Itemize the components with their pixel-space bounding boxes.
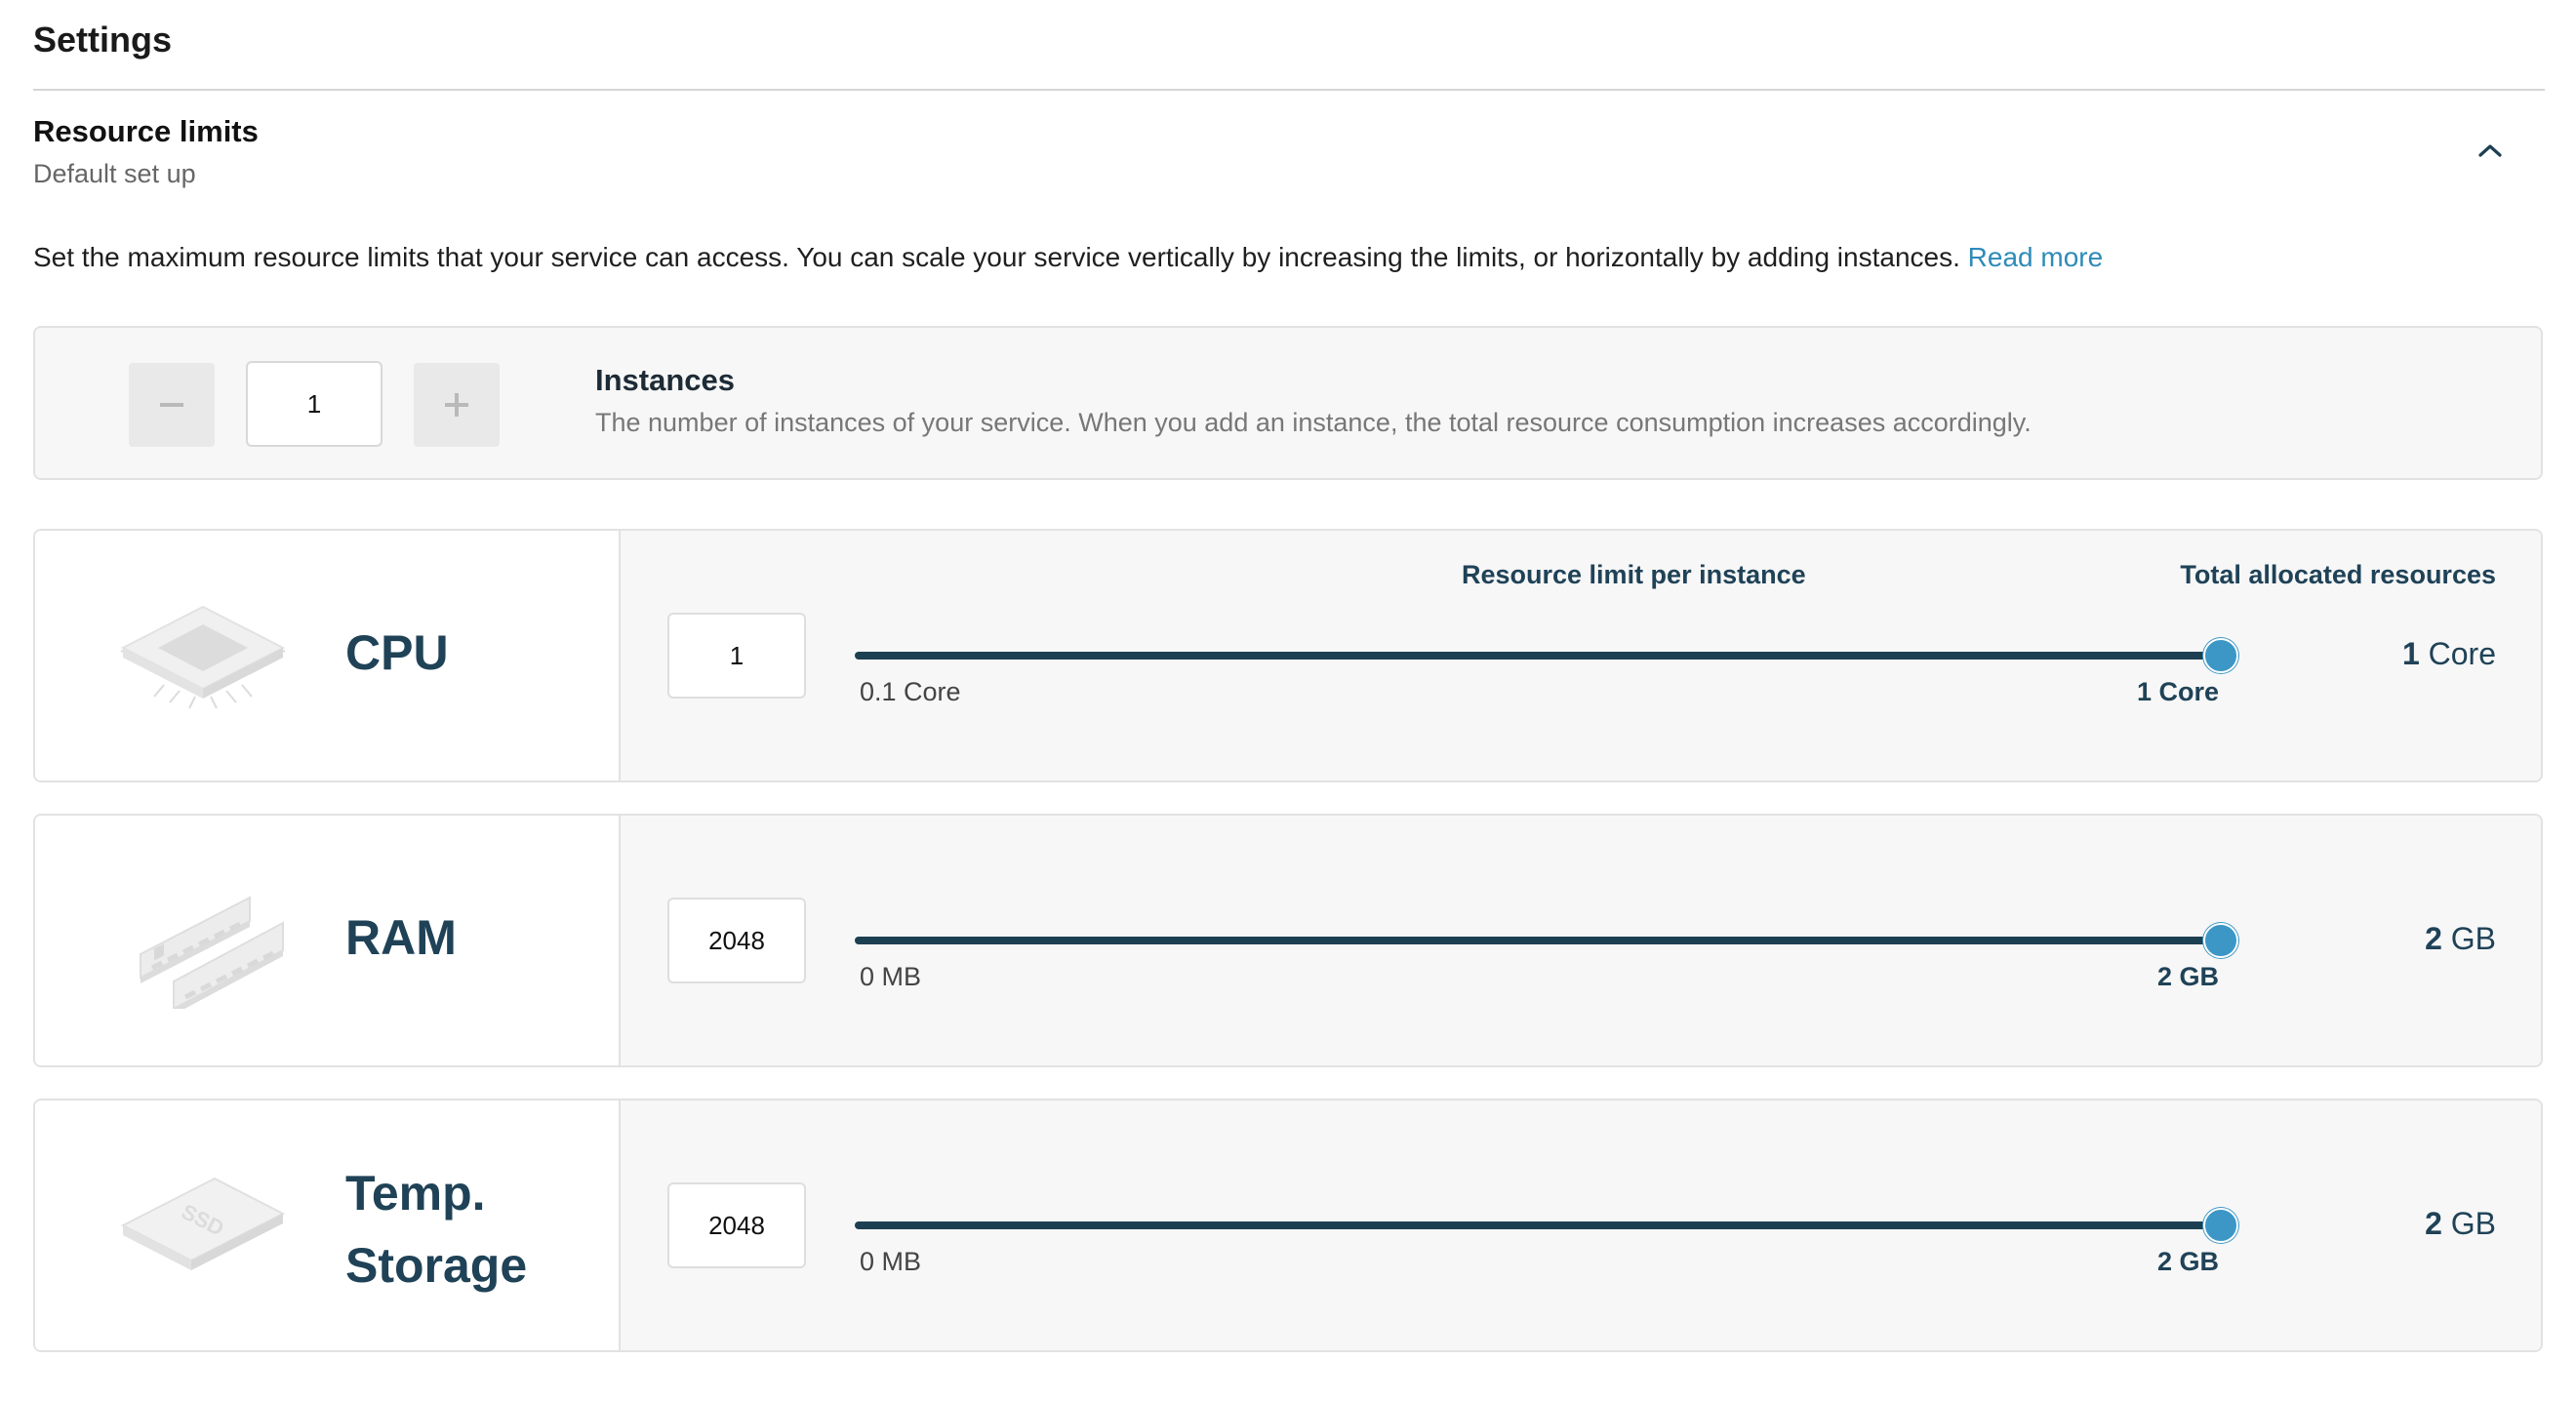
resource-info: RAM <box>35 816 621 1065</box>
slider-max-label: 1 Core <box>2136 677 2219 706</box>
resource-controls: 2048 0 MB 2 GB 2 GB <box>621 816 2541 1065</box>
total-allocated-value: 2 GB <box>2425 921 2496 957</box>
storage-limit-slider[interactable] <box>855 1208 2238 1243</box>
slider-max-label: 2 GB <box>2156 962 2219 991</box>
total-allocated-header: Total allocated resources <box>2180 560 2496 589</box>
total-allocated-value: 2 GB <box>2425 1206 2496 1242</box>
slider-min-label: 0.1 Core <box>860 677 961 706</box>
page-title: Settings <box>33 20 173 60</box>
per-instance-header: Resource limit per instance <box>1462 560 1806 589</box>
slider-handle[interactable] <box>2203 1208 2238 1243</box>
section-description: Set the maximum resource limits that you… <box>33 242 2103 273</box>
instances-label: Instances <box>595 363 736 397</box>
cpu-chip-icon <box>120 605 286 709</box>
slider-handle[interactable] <box>2203 923 2238 958</box>
instances-input[interactable]: 1 <box>246 361 382 447</box>
total-amount: 1 <box>2401 636 2420 671</box>
total-amount: 2 <box>2425 1206 2442 1241</box>
description-text: Set the maximum resource limits that you… <box>33 242 1960 272</box>
resource-info: CPU <box>35 531 621 781</box>
storage-limit-input[interactable]: 2048 <box>667 1182 806 1268</box>
section-title: Resource limits <box>33 114 259 148</box>
resource-name-line2: Storage <box>345 1238 528 1293</box>
settings-page: Settings Resource limits Default set up … <box>0 0 2576 1401</box>
resource-controls: 2048 0 MB 2 GB 2 GB <box>621 1101 2541 1350</box>
instances-description: The number of instances of your service.… <box>595 408 2032 437</box>
ram-module-icon <box>140 896 284 1009</box>
resource-name: RAM <box>345 910 457 965</box>
slider-max-label: 2 GB <box>2156 1247 2219 1276</box>
slider-handle[interactable] <box>2203 638 2238 673</box>
section-subtitle: Default set up <box>33 159 196 188</box>
cpu-limit-input[interactable]: 1 <box>667 613 806 699</box>
storage-resource-card: SSD Temp. Storage 2048 0 MB 2 GB 2 GB <box>33 1099 2543 1352</box>
total-unit: GB <box>2450 921 2496 956</box>
increment-instances-button[interactable] <box>414 363 500 447</box>
decrement-instances-button[interactable] <box>129 363 215 447</box>
slider-min-label: 0 MB <box>860 1247 922 1276</box>
cpu-limit-slider[interactable] <box>855 638 2238 673</box>
total-unit: Core <box>2428 636 2496 671</box>
resource-name: CPU <box>345 625 449 680</box>
minus-icon <box>160 403 183 407</box>
title-divider <box>33 89 2545 91</box>
read-more-link[interactable]: Read more <box>1968 242 2104 272</box>
instances-panel: 1 Instances The number of instances of y… <box>33 326 2543 480</box>
total-amount: 2 <box>2425 921 2442 956</box>
total-unit: GB <box>2450 1206 2496 1241</box>
resource-name-line1: Temp. <box>345 1166 486 1221</box>
resource-controls: Resource limit per instance Total alloca… <box>621 531 2541 781</box>
chevron-up-icon <box>2478 144 2502 157</box>
ram-limit-slider[interactable] <box>855 923 2238 958</box>
resource-info: SSD Temp. Storage <box>35 1101 621 1350</box>
ram-limit-input[interactable]: 2048 <box>667 898 806 983</box>
cpu-resource-card: CPU Resource limit per instance Total al… <box>33 529 2543 782</box>
slider-min-label: 0 MB <box>860 962 922 991</box>
ssd-drive-icon: SSD <box>120 1177 286 1270</box>
ram-resource-card: RAM 2048 0 MB 2 GB 2 GB <box>33 814 2543 1067</box>
plus-icon <box>445 393 468 417</box>
collapse-section-button[interactable] <box>2471 131 2510 170</box>
total-allocated-value: 1 Core <box>2402 636 2496 672</box>
